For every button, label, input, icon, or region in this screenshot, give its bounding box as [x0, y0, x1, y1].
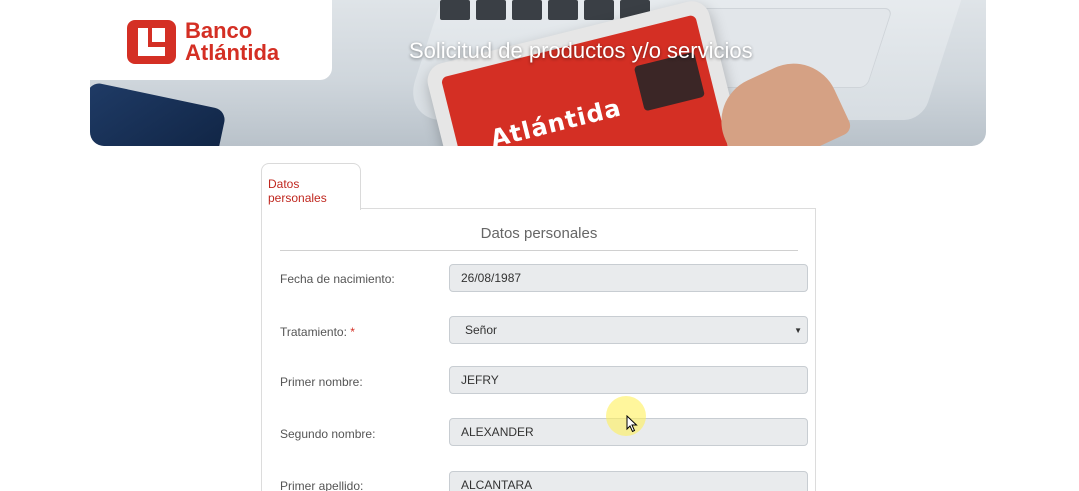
birthdate-field[interactable]: 26/08/1987 — [449, 264, 808, 292]
keyboard-keys-image — [440, 0, 650, 20]
logo-text-line1: Banco — [185, 18, 253, 43]
section-title: Datos personales — [480, 225, 598, 242]
birthdate-label: Fecha de nacimiento: — [280, 272, 395, 286]
required-mark: * — [350, 325, 355, 339]
logo-card[interactable]: Banco Atlántida — [90, 0, 332, 80]
chevron-down-icon: ▼ — [794, 326, 802, 335]
treatment-label-text: Tratamiento: — [280, 325, 347, 339]
phone-image — [90, 81, 227, 146]
treatment-label: Tratamiento: * — [280, 325, 355, 339]
page-title: Solicitud de productos y/o servicios — [409, 38, 753, 63]
banco-atlantida-logo-icon — [127, 20, 176, 64]
second-name-label: Segundo nombre: — [280, 427, 376, 441]
treatment-select[interactable]: Señor ▼ — [449, 316, 808, 344]
tab-datos-personales[interactable]: Datos personales — [261, 163, 361, 210]
treatment-select-value: Señor — [465, 323, 498, 337]
logo-text: Banco Atlántida — [185, 20, 279, 64]
first-surname-field[interactable]: ALCANTARA — [449, 471, 808, 491]
section-divider — [280, 250, 798, 251]
page: Atlántida Solicitud de productos y/o ser… — [0, 0, 1079, 491]
tab-label: Datos personales — [268, 177, 327, 205]
mouse-pointer-icon — [626, 415, 638, 433]
logo-text-line2: Atlántida — [185, 40, 280, 65]
first-surname-label: Primer apellido: — [280, 479, 364, 491]
tablet-screen-text: Atlántida — [487, 93, 625, 146]
form-card: Datos personales Fecha de nacimiento: 26… — [261, 208, 816, 491]
first-name-field[interactable]: JEFRY — [449, 366, 808, 394]
first-name-label: Primer nombre: — [280, 375, 363, 389]
